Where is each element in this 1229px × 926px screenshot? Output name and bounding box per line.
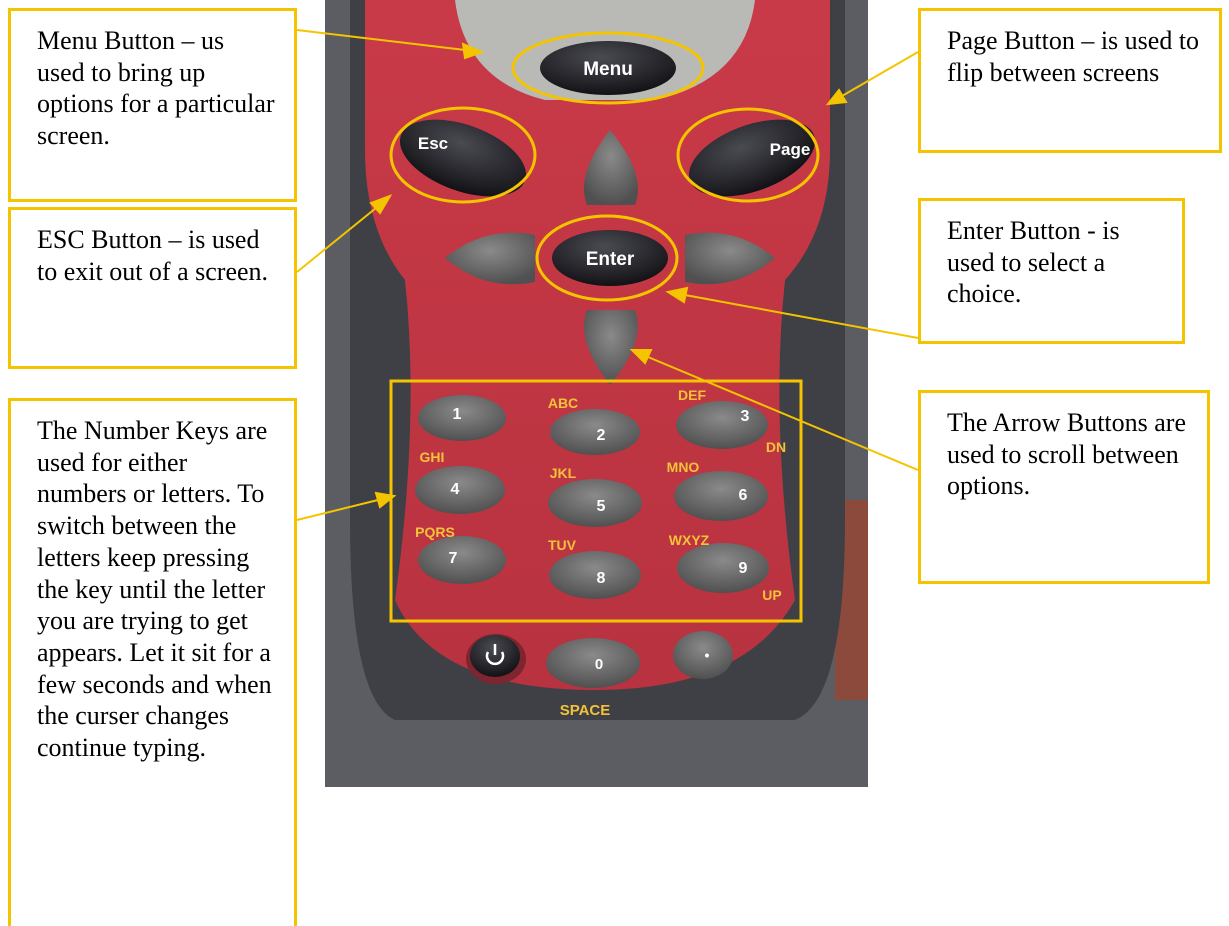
arrows-leader-line [647,356,919,471]
page-arrowhead [825,88,848,106]
number-keys-leader-line [296,499,379,521]
esc-leader-line [296,207,377,273]
enter-arrowhead [665,286,689,304]
enter-leader-line [684,294,919,339]
page-highlight-ring [676,107,820,203]
esc-highlight-ring [389,106,537,204]
menu-arrowhead [461,42,485,60]
number-keys-highlight-box [389,379,803,623]
arrows-arrowhead [629,349,653,365]
menu-leader-line [296,29,466,51]
page-leader-line [841,51,919,97]
annotation-overlay [296,29,919,623]
menu-highlight-ring [511,31,705,105]
enter-highlight-ring [535,214,679,302]
